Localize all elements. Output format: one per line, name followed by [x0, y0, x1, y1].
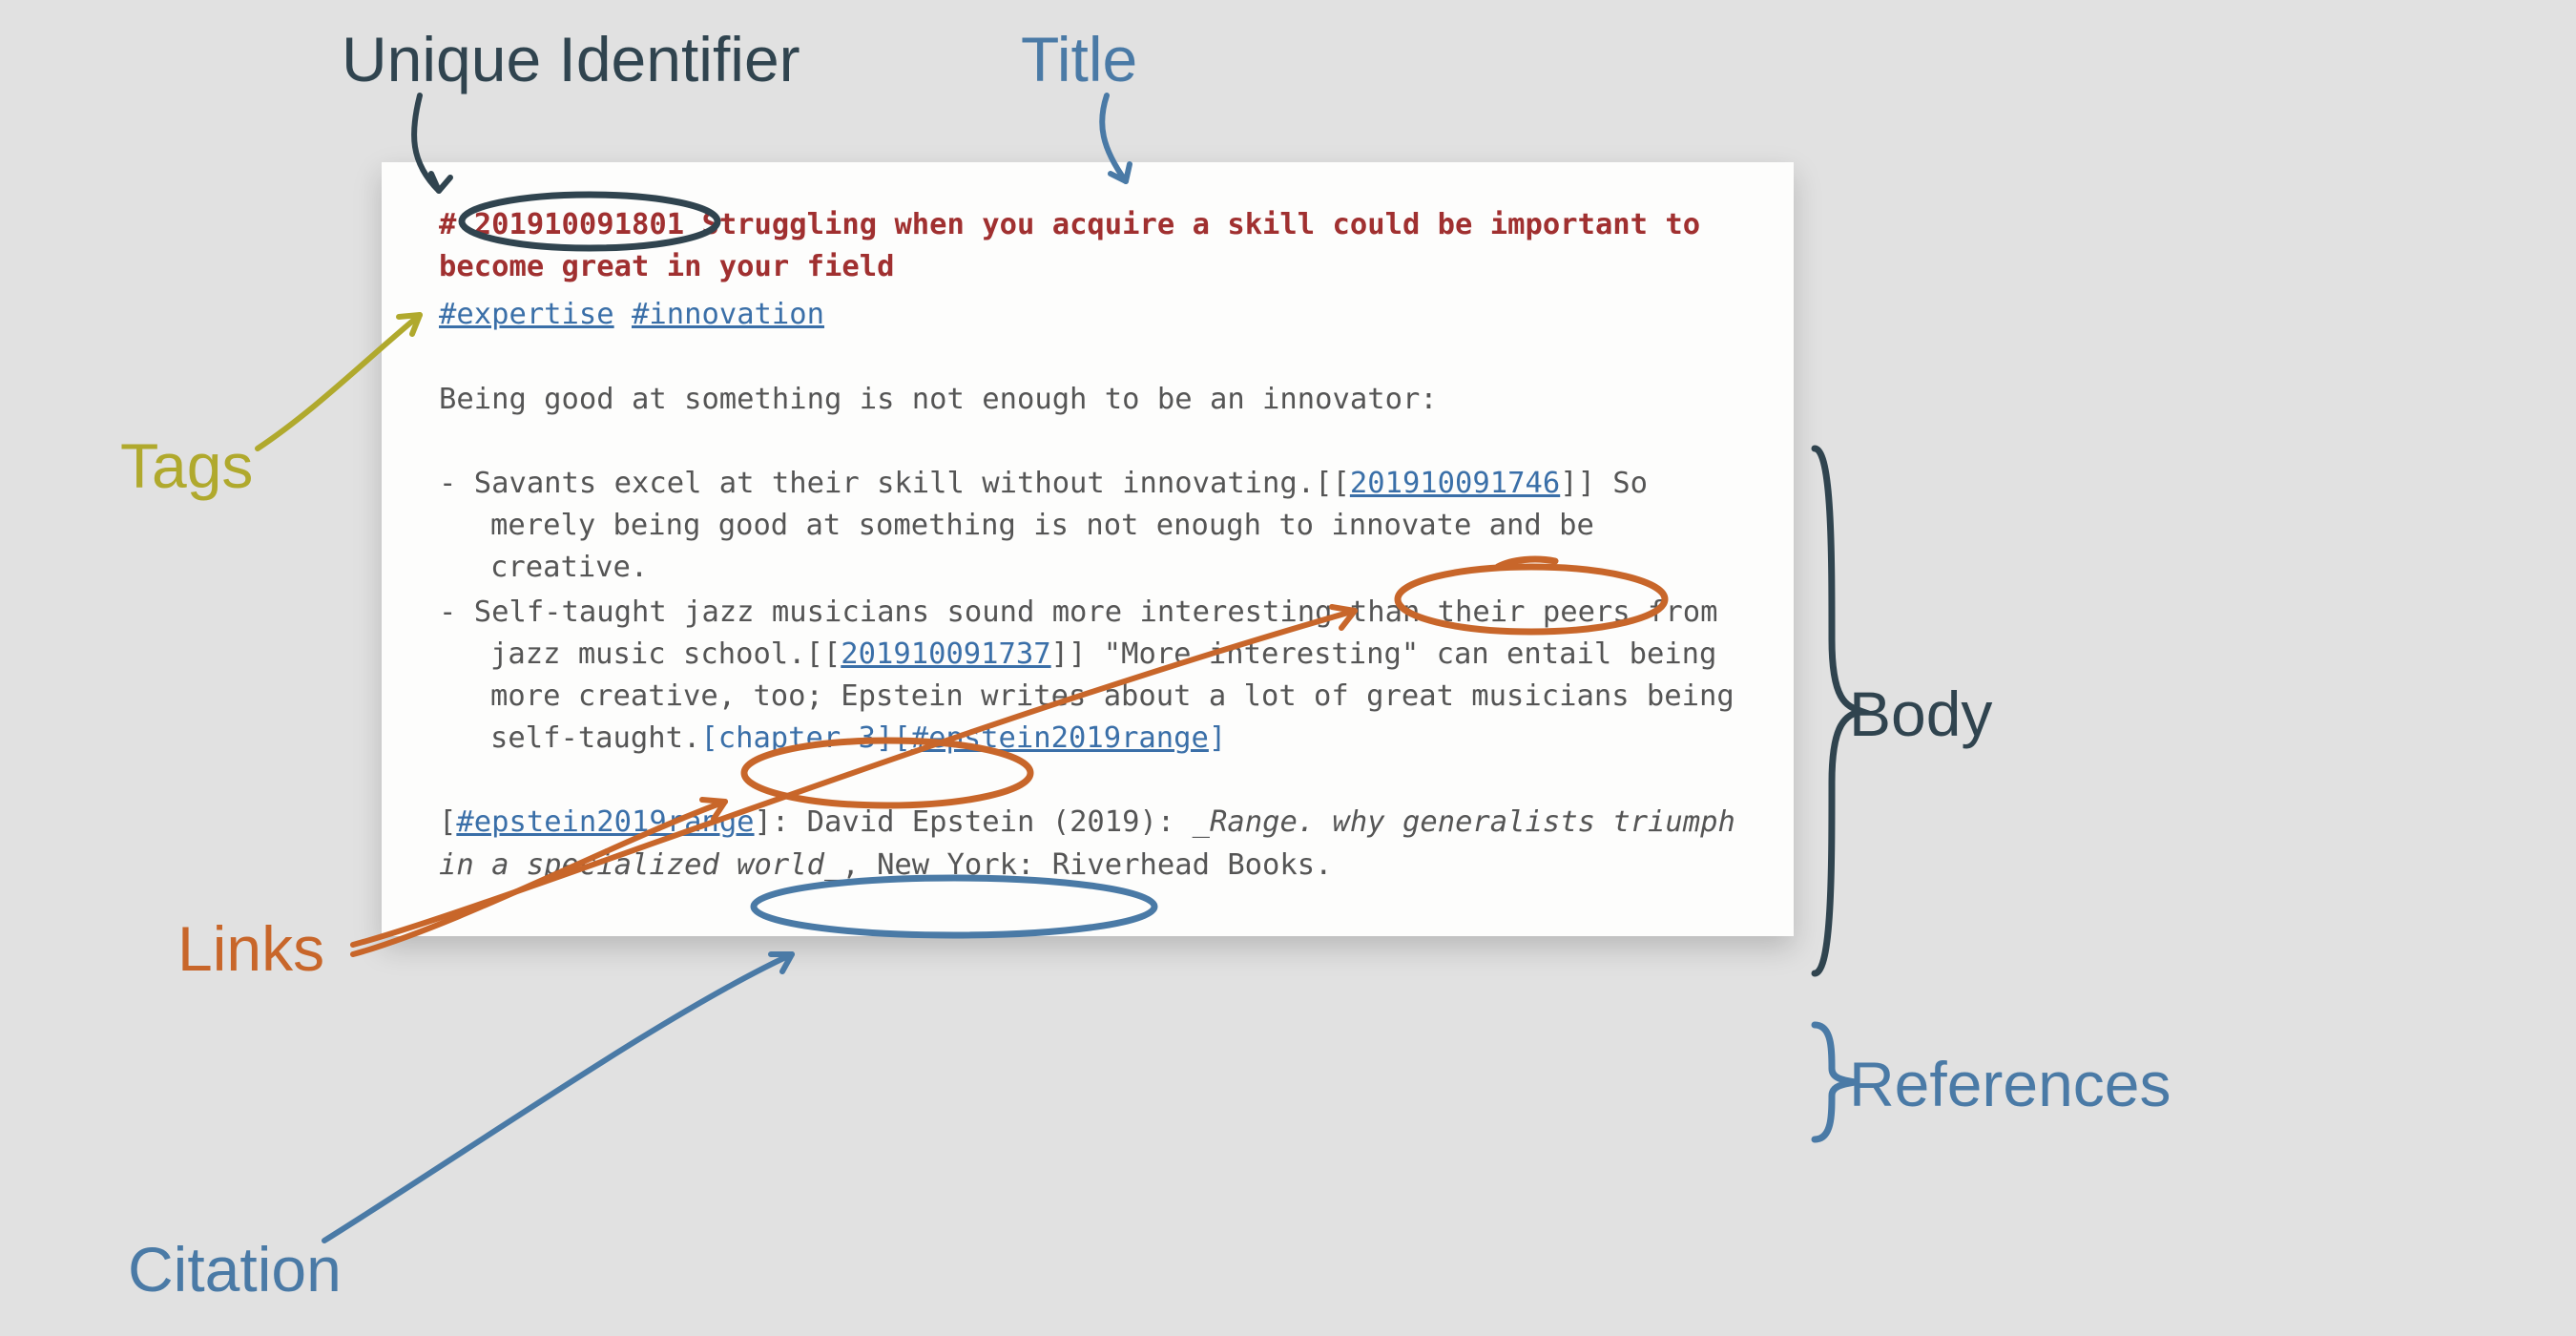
label-citation: Citation [128, 1233, 342, 1305]
label-links: Links [177, 912, 324, 985]
citation-bracket-close: ] [1209, 721, 1226, 755]
title-hash: # [439, 208, 474, 241]
bullet-list: - Savants excel at their skill without i… [439, 463, 1744, 761]
note-body: Being good at something is not enough to… [439, 379, 1744, 887]
diagram-stage: Unique Identifier Title Tags Body Links … [0, 0, 2576, 1336]
arrow-citation [324, 954, 792, 1241]
link-201910091746[interactable]: 201910091746 [1350, 467, 1560, 500]
ref-key[interactable]: #epstein2019range [456, 805, 754, 839]
body-intro: Being good at something is not enough to… [439, 379, 1744, 421]
link-201910091737[interactable]: 201910091737 [841, 637, 1050, 671]
tag-innovation[interactable]: #innovation [632, 298, 824, 331]
label-unique-identifier: Unique Identifier [342, 23, 800, 95]
note-tags: #expertise #innovation [439, 294, 1744, 336]
label-title: Title [1021, 23, 1137, 95]
bullet-1-pre: - Savants excel at their skill without i… [439, 467, 1350, 500]
label-references: References [1849, 1048, 2171, 1120]
citation-link[interactable]: #epstein2019range [911, 721, 1209, 755]
tag-expertise[interactable]: #expertise [439, 298, 614, 331]
label-body: Body [1849, 678, 1992, 750]
note-title: # 201910091801 Struggling when you acqui… [439, 204, 1744, 288]
citation-bracket-open: [chapter 3][ [700, 721, 910, 755]
ref-after-key: ]: David Epstein (2019): [755, 805, 1193, 839]
ref-tail: , New York: Riverhead Books. [841, 848, 1332, 882]
bullet-2: - Self-taught jazz musicians sound more … [439, 592, 1744, 761]
bullet-1: - Savants excel at their skill without i… [439, 463, 1744, 590]
label-tags: Tags [120, 429, 253, 502]
ref-open: [ [439, 805, 456, 839]
note-uid: 201910091801 [474, 208, 684, 241]
note-references: [#epstein2019range]: David Epstein (2019… [439, 802, 1744, 886]
note-card: # 201910091801 Struggling when you acqui… [382, 162, 1794, 936]
